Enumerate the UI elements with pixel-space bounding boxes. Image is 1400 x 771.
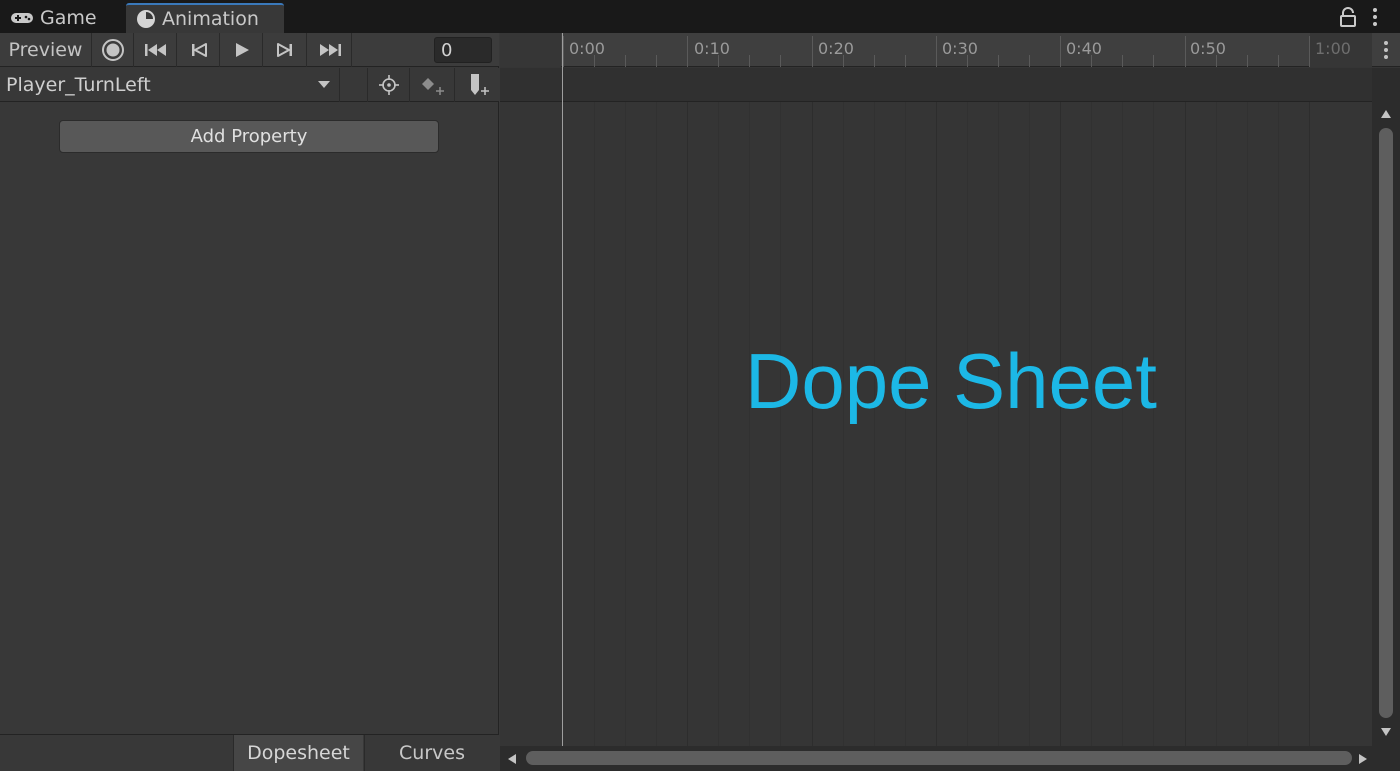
tick-label: 0:50	[1190, 39, 1226, 58]
dope-sheet-overlay-label: Dope Sheet	[745, 337, 1157, 425]
last-keyframe-button[interactable]	[308, 33, 352, 67]
tab-animation-label: Animation	[162, 8, 259, 30]
ruler-minor-tick	[780, 55, 781, 67]
add-event-icon	[470, 74, 489, 95]
tick-label: 0:00	[569, 39, 605, 58]
kebab-menu-icon[interactable]	[1376, 35, 1396, 65]
grid-minor-line	[718, 102, 719, 746]
tick-label: 0:10	[694, 39, 730, 58]
gamepad-icon	[11, 13, 33, 23]
play-icon	[235, 43, 249, 57]
record-button[interactable]	[93, 33, 134, 67]
tab-dopesheet[interactable]: Dopesheet	[233, 735, 363, 771]
prev-key-icon	[191, 43, 207, 57]
ruler-major-tick	[936, 36, 937, 67]
tick-label: 0:20	[818, 39, 854, 58]
kebab-menu-icon[interactable]	[1367, 5, 1383, 29]
ruler-minor-tick	[1122, 55, 1123, 67]
playhead-line[interactable]	[562, 33, 563, 746]
vertical-scroll-thumb[interactable]	[1379, 128, 1393, 718]
grid-major-line	[687, 102, 688, 746]
toolbar-separator	[340, 68, 368, 102]
crosshair-icon	[378, 75, 399, 95]
tab-animation[interactable]: Animation	[126, 3, 284, 33]
tab-game-label: Game	[40, 7, 97, 29]
grid-minor-line	[656, 102, 657, 746]
ruler-minor-tick	[1247, 55, 1248, 67]
add-property-button[interactable]: Add Property	[59, 120, 439, 153]
ruler-minor-tick	[905, 55, 906, 67]
ruler-major-tick	[687, 36, 688, 67]
grid-minor-line	[1216, 102, 1217, 746]
scroll-right-icon[interactable]	[1357, 752, 1369, 766]
animation-clock-icon	[137, 10, 155, 28]
tab-curves[interactable]: Curves	[364, 735, 499, 771]
grid-minor-line	[1278, 102, 1279, 746]
last-key-icon	[319, 44, 341, 56]
horizontal-scroll-thumb[interactable]	[526, 751, 1352, 765]
grid-major-line	[1309, 102, 1310, 746]
ruler-major-tick	[1309, 36, 1310, 67]
filter-by-selection-button[interactable]	[368, 68, 410, 102]
tick-label: 0:30	[942, 39, 978, 58]
ruler-minor-tick	[874, 55, 875, 67]
ruler-major-tick	[563, 36, 564, 67]
ruler-minor-tick	[1029, 55, 1030, 67]
scroll-up-icon[interactable]	[1379, 108, 1393, 120]
previous-keyframe-button[interactable]	[178, 33, 220, 67]
ruler-minor-tick	[625, 55, 626, 67]
grid-minor-line	[625, 102, 626, 746]
ruler-major-tick	[1060, 36, 1061, 67]
tick-label: 1:00	[1315, 39, 1351, 58]
clip-dropdown[interactable]: Player_TurnLeft	[0, 68, 340, 102]
add-keyframe-button[interactable]	[411, 68, 455, 102]
tick-label: 0:40	[1066, 39, 1102, 58]
scroll-down-icon[interactable]	[1379, 726, 1393, 738]
ruler-minor-tick	[1278, 55, 1279, 67]
grid-minor-line	[1247, 102, 1248, 746]
scroll-left-icon[interactable]	[506, 752, 518, 766]
next-keyframe-button[interactable]	[264, 33, 307, 67]
ruler-minor-tick	[749, 55, 750, 67]
ruler-major-tick	[812, 36, 813, 67]
events-lane[interactable]	[500, 68, 1372, 102]
ruler-minor-tick	[656, 55, 657, 67]
ruler-minor-tick	[998, 55, 999, 67]
play-button[interactable]	[221, 33, 263, 67]
first-keyframe-button[interactable]	[135, 33, 177, 67]
tab-game[interactable]: Game	[0, 3, 124, 33]
grid-major-line	[1185, 102, 1186, 746]
ruler-minor-tick	[1153, 55, 1154, 67]
add-keyframe-icon	[421, 78, 444, 95]
dropdown-arrow-icon	[318, 81, 330, 88]
ruler-major-tick	[1185, 36, 1186, 67]
record-icon	[102, 39, 124, 61]
add-event-button[interactable]	[456, 68, 499, 102]
ruler-gutter-left	[500, 33, 561, 67]
frame-input[interactable]: 0	[434, 37, 492, 63]
grid-minor-line	[594, 102, 595, 746]
next-key-icon	[277, 43, 292, 57]
first-key-icon	[144, 44, 166, 56]
preview-button[interactable]: Preview	[0, 33, 92, 67]
lock-icon[interactable]	[1338, 6, 1358, 28]
